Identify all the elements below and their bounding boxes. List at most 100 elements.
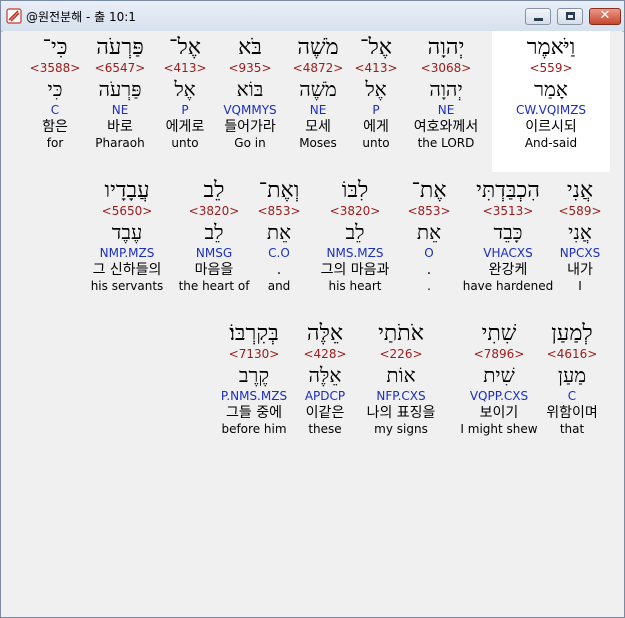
word-column[interactable]: לֵב <3820> לֵב NMSG 마음을 the heart of: [179, 178, 250, 294]
parsing-code: O: [424, 246, 434, 260]
word-column[interactable]: אֲנִי <589> אֲנִי NPCXS 내가 I: [558, 178, 601, 294]
hebrew-word[interactable]: הִכְבַּדְתִּי: [463, 178, 554, 204]
hebrew-word[interactable]: וְאֶת־: [257, 178, 300, 204]
korean-gloss: 위함이며: [546, 405, 598, 421]
hebrew-word[interactable]: אֶל־: [354, 35, 397, 61]
english-gloss: my signs: [374, 422, 428, 436]
strong-number[interactable]: <413>: [163, 61, 206, 77]
word-column[interactable]: פַּרְעֹה <6547> פַּרְעֹה NE 바로 Pharaoh: [95, 35, 146, 151]
hebrew-word[interactable]: אֶת־: [407, 178, 450, 204]
close-icon: ✕: [599, 8, 611, 23]
hebrew-word[interactable]: כִּי־: [30, 35, 81, 61]
minimize-button[interactable]: [525, 8, 551, 25]
strong-number[interactable]: <3820>: [321, 204, 390, 220]
english-gloss: these: [308, 422, 342, 436]
strong-number[interactable]: <413>: [354, 61, 397, 77]
korean-gloss: 에게: [363, 119, 389, 135]
word-column[interactable]: עֲבָדָיו <5650> עֶבֶד NMP.MZS 그 신하들의 his serv…: [91, 178, 164, 294]
lemma-word: אֵת: [416, 220, 442, 244]
strong-number[interactable]: <428>: [303, 347, 346, 363]
word-column[interactable]: שִׁתִי <7896> שִׁית VQPP.CXS 보이기 I might shew: [460, 321, 537, 437]
korean-gloss: 그들 중에: [226, 405, 282, 421]
korean-gloss: 그 신하들의: [92, 262, 162, 278]
strong-number[interactable]: <3068>: [414, 61, 478, 77]
hebrew-word[interactable]: לִבּוֹ: [321, 178, 390, 204]
title-bar[interactable]: @원전분해 - 출 10:1 ✕: [1, 1, 624, 32]
korean-gloss: 마음을: [194, 262, 234, 278]
strong-number[interactable]: <4872>: [293, 61, 344, 77]
english-gloss: his servants: [90, 279, 164, 293]
hebrew-word[interactable]: יְהוָה: [414, 35, 478, 61]
hebrew-word[interactable]: בֹּא: [223, 35, 276, 61]
close-button[interactable]: ✕: [589, 8, 621, 25]
english-gloss: the heart of: [178, 279, 250, 293]
word-column[interactable]: אֶל־ <413> אֶל P 에게로 unto: [163, 35, 206, 151]
english-gloss: Moses: [299, 136, 337, 150]
word-column[interactable]: לִבּוֹ <3820> לֵב NMS.MZS 그의 마음과 his heart: [321, 178, 390, 294]
strong-number[interactable]: <853>: [407, 204, 450, 220]
korean-gloss: 그의 마음과: [320, 262, 390, 278]
strong-number[interactable]: <853>: [257, 204, 300, 220]
english-gloss: that: [559, 422, 585, 436]
strong-number[interactable]: <4616>: [546, 347, 598, 363]
parsing-code: NMS.MZS: [326, 246, 384, 260]
korean-gloss: 여호와께서: [413, 119, 479, 135]
word-column[interactable]: יְהוָה <3068> יְהוָה NE 여호와께서 the LORD: [414, 35, 478, 151]
word-column[interactable]: אֵלֶּה <428> אֵלֶּה APDCP 이같은 these: [303, 321, 346, 437]
strong-number[interactable]: <3513>: [463, 204, 554, 220]
hebrew-word[interactable]: אֵלֶּה: [303, 321, 346, 347]
strong-number[interactable]: <5650>: [91, 204, 164, 220]
korean-gloss: 바로: [107, 119, 133, 135]
parsing-code: C: [50, 103, 60, 117]
word-column[interactable]: וַיֹּאמֶר <559> אָמַר CW.VQIMZS 이르시되 And-said: [516, 35, 586, 151]
korean-gloss: 함은: [42, 119, 68, 135]
parsing-code: NMSG: [195, 246, 233, 260]
word-column[interactable]: מֹשֶׁה <4872> מֹשֶׁה NE 모세 Moses: [293, 35, 344, 151]
korean-gloss: 에게로: [165, 119, 205, 135]
strong-number[interactable]: <6547>: [95, 61, 146, 77]
maximize-button[interactable]: [557, 8, 583, 25]
korean-gloss: 모세: [305, 119, 331, 135]
parsing-code: P.NMS.MZS: [220, 389, 288, 403]
lemma-word: אֵלֶּה: [308, 363, 342, 387]
word-column[interactable]: אֶל־ <413> אֶל P 에게 unto: [354, 35, 397, 151]
lemma-word: קֶרֶב: [238, 363, 270, 387]
parsing-code: VHACXS: [483, 246, 533, 260]
word-column[interactable]: הִכְבַּדְתִּי <3513> כָּבֵד VHACXS 완강케 have h…: [463, 178, 554, 294]
strong-number[interactable]: <3588>: [30, 61, 81, 77]
strong-number[interactable]: <226>: [367, 347, 436, 363]
korean-gloss: .: [276, 262, 282, 278]
korean-gloss: 나의 표징을: [366, 405, 436, 421]
hebrew-word[interactable]: שִׁתִי: [460, 321, 537, 347]
lemma-word: אֲנִי: [568, 220, 592, 244]
strong-number[interactable]: <559>: [516, 61, 586, 77]
strong-number[interactable]: <935>: [223, 61, 276, 77]
strong-number[interactable]: <7896>: [460, 347, 537, 363]
hebrew-word[interactable]: עֲבָדָיו: [91, 178, 164, 204]
hebrew-word[interactable]: אֹתֹתַי: [367, 321, 436, 347]
word-column[interactable]: וְאֶת־ <853> אֵת C.O. and: [257, 178, 300, 294]
english-gloss: I might shew: [460, 422, 538, 436]
word-column[interactable]: כִּי־ <3588> כִּי C 함은 for: [30, 35, 81, 151]
hebrew-word[interactable]: אֶל־: [163, 35, 206, 61]
word-column[interactable]: לְמַעַן <4616> מַעַן C 위함이며 that: [546, 321, 598, 437]
strong-number[interactable]: <589>: [558, 204, 601, 220]
strong-number[interactable]: <7130>: [221, 347, 287, 363]
word-column[interactable]: בֹּא <935> בּוֹא VQMMYS 들어가라 Go in: [223, 35, 276, 151]
lemma-word: אוֹת: [386, 363, 416, 387]
hebrew-word[interactable]: לְמַעַן: [546, 321, 598, 347]
hebrew-word[interactable]: אֲנִי: [558, 178, 601, 204]
lemma-word: שִׁית: [483, 363, 515, 387]
korean-gloss: 들어가라: [224, 119, 276, 135]
word-column[interactable]: אֶת־ <853> אֵת O..: [407, 178, 450, 294]
parsing-code: P: [372, 103, 380, 117]
strong-number[interactable]: <3820>: [179, 204, 250, 220]
hebrew-word[interactable]: בְּקִרְבּוֹ׃: [221, 321, 287, 347]
hebrew-word[interactable]: פַּרְעֹה: [95, 35, 146, 61]
hebrew-word[interactable]: מֹשֶׁה: [293, 35, 344, 61]
word-column[interactable]: אֹתֹתַי <226> אוֹת NFP.CXS 나의 표징을 my signs: [367, 321, 436, 437]
parsing-code: VQPP.CXS: [469, 389, 529, 403]
hebrew-word[interactable]: וַיֹּאמֶר: [516, 35, 586, 61]
word-column[interactable]: בְּקִרְבּוֹ׃ <7130> קֶרֶב P.NMS.MZS 그들 중에 bef…: [221, 321, 287, 437]
hebrew-word[interactable]: לֵב: [179, 178, 250, 204]
